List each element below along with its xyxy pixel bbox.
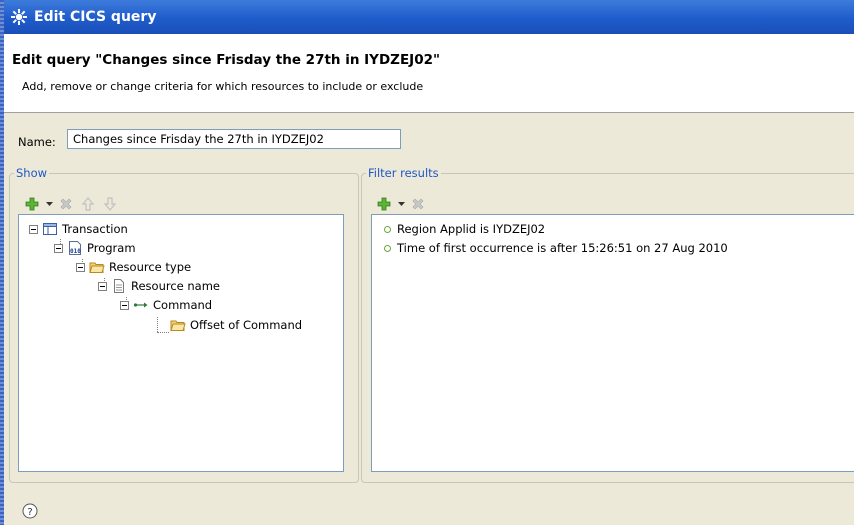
document-icon bbox=[114, 279, 124, 293]
arrow-icon bbox=[133, 302, 148, 308]
tree-node-label: Program bbox=[87, 241, 136, 255]
name-input[interactable] bbox=[67, 129, 401, 149]
dialog-description: Add, remove or change criteria for which… bbox=[22, 80, 424, 93]
dialog-content: Name: Show Filter results bbox=[4, 113, 854, 525]
help-icon[interactable]: ? bbox=[22, 503, 38, 519]
show-group-label: Show bbox=[14, 166, 50, 180]
filter-item-label: Time of first occurrence is after 15:26:… bbox=[397, 241, 728, 255]
tree-node-resource-type[interactable]: Resource type bbox=[76, 259, 191, 275]
add-button[interactable] bbox=[22, 194, 42, 214]
filter-item[interactable]: Time of first occurrence is after 15:26:… bbox=[384, 241, 728, 255]
filter-results-list[interactable]: Region Applid is IYDZEJ02 Time of first … bbox=[371, 214, 854, 472]
cics-gear-icon bbox=[11, 9, 27, 25]
tree-connector bbox=[157, 317, 158, 332]
svg-text:?: ? bbox=[27, 507, 32, 518]
filter-item[interactable]: Region Applid is IYDZEJ02 bbox=[384, 222, 545, 236]
tree-node-label: Offset of Command bbox=[190, 318, 303, 332]
move-down-button[interactable] bbox=[100, 194, 120, 214]
remove-icon bbox=[60, 198, 72, 210]
dialog-header: Edit query "Changes since Frisday the 27… bbox=[4, 34, 854, 113]
filter-toolbar bbox=[374, 194, 428, 214]
binary-file-icon: 010 bbox=[69, 241, 81, 255]
tree-node-program[interactable]: 010 Program bbox=[54, 240, 136, 256]
add-filter-dropdown-button[interactable] bbox=[396, 194, 406, 214]
arrow-down-icon bbox=[103, 197, 117, 211]
collapse-toggle[interactable] bbox=[54, 243, 63, 253]
chevron-down-icon bbox=[397, 201, 405, 206]
move-up-button[interactable] bbox=[78, 194, 98, 214]
collapse-toggle[interactable] bbox=[76, 262, 85, 272]
tree-node-label: Resource type bbox=[109, 260, 192, 274]
folder-icon bbox=[170, 320, 186, 331]
collapse-toggle[interactable] bbox=[120, 300, 129, 310]
filter-bullet-icon bbox=[384, 225, 391, 233]
filter-results-label: Filter results bbox=[366, 166, 441, 180]
tree-node-label: Command bbox=[153, 298, 213, 312]
add-filter-button[interactable] bbox=[374, 194, 394, 214]
show-tree[interactable]: Transaction 010 Program Resource type Re… bbox=[18, 214, 344, 472]
tree-node-transaction[interactable]: Transaction bbox=[29, 221, 128, 237]
add-dropdown-button[interactable] bbox=[44, 194, 54, 214]
svg-text:010: 010 bbox=[70, 248, 81, 255]
add-icon bbox=[377, 197, 391, 211]
filter-bullet-icon bbox=[384, 244, 391, 252]
remove-icon bbox=[412, 198, 424, 210]
folder-icon bbox=[89, 262, 105, 273]
tree-node-label: Transaction bbox=[62, 222, 128, 236]
table-icon bbox=[43, 223, 57, 235]
tree-node-resource-name[interactable]: Resource name bbox=[98, 278, 220, 294]
remove-filter-button[interactable] bbox=[408, 194, 428, 214]
window-title: Edit CICS query bbox=[34, 9, 157, 25]
dialog-heading: Edit query "Changes since Frisday the 27… bbox=[12, 52, 441, 68]
filter-item-label: Region Applid is IYDZEJ02 bbox=[397, 222, 546, 236]
collapse-toggle[interactable] bbox=[29, 224, 38, 234]
tree-connector bbox=[157, 332, 169, 333]
tree-node-command[interactable]: Command bbox=[120, 297, 212, 313]
name-label: Name: bbox=[18, 135, 56, 149]
show-toolbar bbox=[22, 194, 120, 214]
remove-button[interactable] bbox=[56, 194, 76, 214]
tree-node-offset-of-command[interactable]: Offset of Command bbox=[170, 317, 302, 333]
arrow-up-icon bbox=[81, 197, 95, 211]
add-icon bbox=[25, 197, 39, 211]
chevron-down-icon bbox=[45, 201, 53, 206]
collapse-toggle[interactable] bbox=[98, 281, 107, 291]
title-bar: Edit CICS query bbox=[4, 0, 854, 34]
tree-node-label: Resource name bbox=[131, 279, 221, 293]
